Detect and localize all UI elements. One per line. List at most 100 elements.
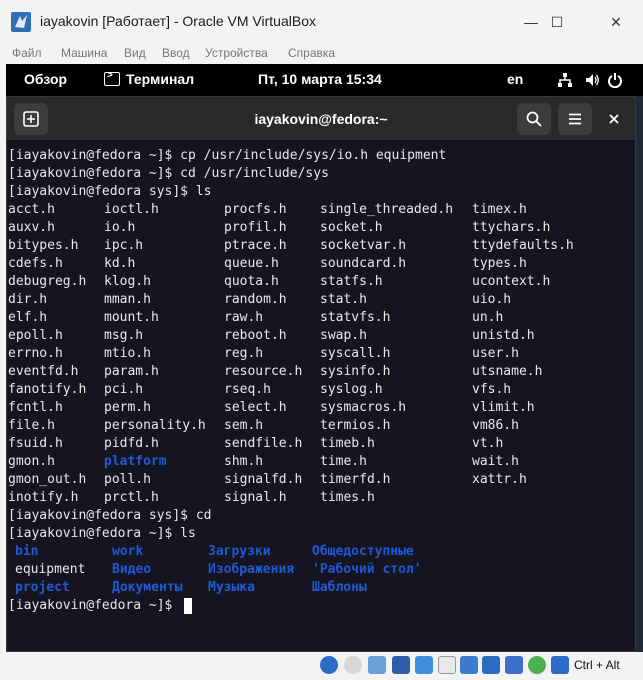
ls-file-entry: acct.h (8, 202, 55, 217)
app-menu-terminal[interactable]: Терминал (126, 71, 194, 87)
menu-file[interactable]: Файл (12, 46, 42, 60)
ls-file-entry: gmon.h (8, 454, 55, 469)
menu-devices[interactable]: Устройства (205, 46, 268, 60)
ls-file-entry: errno.h (8, 346, 63, 361)
ls-directory-entry: Музыка (208, 580, 255, 595)
ls-file-entry: socketvar.h (320, 238, 407, 253)
ls-file-entry: ptrace.h (224, 238, 287, 253)
display-icon[interactable] (460, 656, 478, 674)
volume-icon[interactable] (584, 72, 600, 88)
ls-directory-entry: Документы (112, 580, 183, 595)
ls-file-entry: queue.h (224, 256, 279, 271)
menu-help[interactable]: Справка (288, 46, 335, 60)
keyboard-capture-icon[interactable] (551, 656, 569, 674)
menu-button[interactable] (558, 103, 592, 135)
network-icon[interactable] (557, 72, 573, 88)
ls-file-entry: auxv.h (8, 220, 55, 235)
ls-file-entry: vt.h (472, 436, 504, 451)
optical-drive-icon[interactable] (344, 656, 362, 674)
terminal-output[interactable]: [iayakovin@fedora ~]$ cp /usr/include/sy… (8, 147, 630, 647)
ls-file-entry: unistd.h (472, 328, 535, 343)
menu-machine[interactable]: Машина (61, 46, 107, 60)
ls-file-entry: timerfd.h (320, 472, 391, 487)
ls-file-entry: elf.h (8, 310, 48, 325)
ls-directory-entry: Общедоступные (312, 544, 414, 559)
gnome-top-bar: Обзор Терминал Пт, 10 марта 15:34 en (6, 64, 643, 96)
keyboard-layout-indicator[interactable]: en (507, 71, 523, 87)
text-cursor (184, 598, 192, 614)
ls-file-entry: xattr.h (472, 472, 527, 487)
ls-file-entry: raw.h (224, 310, 264, 325)
terminal-headerbar: iayakovin@fedora:~ (7, 97, 635, 141)
window-close-button[interactable] (599, 103, 629, 135)
maximize-button[interactable]: ☐ (542, 10, 572, 34)
terminal-window[interactable]: iayakovin@fedora:~ [iayakovin@fedora ~]$… (6, 96, 636, 652)
ls-file-entry: termios.h (320, 418, 391, 433)
ls-file-entry: vm86.h (472, 418, 519, 433)
search-button[interactable] (517, 103, 551, 135)
clock[interactable]: Пт, 10 марта 15:34 (258, 71, 382, 87)
virtualbox-menubar: Файл Машина Вид Ввод Устройства Справка (0, 44, 643, 64)
ls-file-entry: pci.h (104, 382, 144, 397)
ls-file-entry: eventfd.h (8, 364, 79, 379)
ls-file-entry: ucontext.h (472, 274, 551, 289)
power-icon[interactable] (607, 72, 623, 88)
host-key-label: Ctrl + Alt (574, 658, 620, 672)
ls-directory-entry: project (15, 580, 70, 595)
search-icon (526, 111, 542, 127)
audio-icon[interactable] (368, 656, 386, 674)
virtualbox-app-icon (11, 12, 31, 32)
ls-file-entry: time.h (320, 454, 367, 469)
ls-file-entry: cdefs.h (8, 256, 63, 271)
ls-file-entry: msg.h (104, 328, 144, 343)
ls-file-entry: shm.h (224, 454, 264, 469)
ls-file-entry: param.h (104, 364, 159, 379)
ls-file-entry: rseq.h (224, 382, 271, 397)
usb-icon[interactable] (415, 656, 433, 674)
ls-file-entry: pidfd.h (104, 436, 159, 451)
ls-file-entry: reg.h (224, 346, 264, 361)
terminal-line: [iayakovin@fedora ~]$ cp /usr/include/sy… (8, 148, 447, 163)
ls-file-entry: times.h (320, 490, 375, 505)
ls-file-entry: resource.h (224, 364, 303, 379)
close-button[interactable]: ✕ (601, 10, 631, 34)
window-title: iayakovin [Работает] - Oracle VM Virtual… (40, 13, 316, 29)
menu-view[interactable]: Вид (124, 46, 146, 60)
recording-icon[interactable] (482, 656, 500, 674)
ls-file-entry: uio.h (472, 292, 512, 307)
ls-directory-entry: Шаблоны (312, 580, 367, 595)
ls-file-entry: stat.h (320, 292, 367, 307)
ls-file-entry: select.h (224, 400, 287, 415)
ls-directory-entry: Изображения (208, 562, 295, 577)
terminal-line: [iayakovin@fedora ~]$ ls (8, 526, 196, 541)
ls-file-entry: perm.h (104, 400, 151, 415)
ls-file-entry: soundcard.h (320, 256, 407, 271)
ls-file-entry: epoll.h (8, 328, 63, 343)
ls-file-entry: ioctl.h (104, 202, 159, 217)
ls-file-entry: poll.h (104, 472, 151, 487)
guest-screen[interactable]: Обзор Терминал Пт, 10 марта 15:34 en i (6, 64, 643, 652)
ls-file-entry: fcntl.h (8, 400, 63, 415)
ls-file-entry: file.h (8, 418, 55, 433)
ls-directory-entry: Загрузки (208, 544, 271, 559)
ls-file-entry: io.h (104, 220, 136, 235)
network-adapter-icon[interactable] (392, 656, 410, 674)
virtualbox-titlebar: iayakovin [Работает] - Oracle VM Virtual… (0, 0, 643, 44)
ls-file-entry: dir.h (8, 292, 48, 307)
terminal-app-icon (104, 70, 120, 86)
ls-file-entry: mount.h (104, 310, 159, 325)
terminal-line: [iayakovin@fedora sys]$ cd (8, 508, 212, 523)
mouse-integration-icon[interactable] (528, 656, 546, 674)
ls-file-entry: prctl.h (104, 490, 159, 505)
activities-button[interactable]: Обзор (24, 71, 67, 87)
ls-file-entry: statfs.h (320, 274, 383, 289)
hard-disk-icon[interactable] (320, 656, 338, 674)
terminal-scrollbar[interactable] (629, 143, 635, 649)
ls-file-entry: random.h (224, 292, 287, 307)
menu-input[interactable]: Ввод (162, 46, 190, 60)
ls-file-entry: sysmacros.h (320, 400, 407, 415)
shared-folders-icon[interactable] (438, 656, 456, 674)
ls-file-entry: kd.h (104, 256, 136, 271)
virtualization-icon[interactable] (505, 656, 523, 674)
ls-file-entry: vlimit.h (472, 400, 535, 415)
